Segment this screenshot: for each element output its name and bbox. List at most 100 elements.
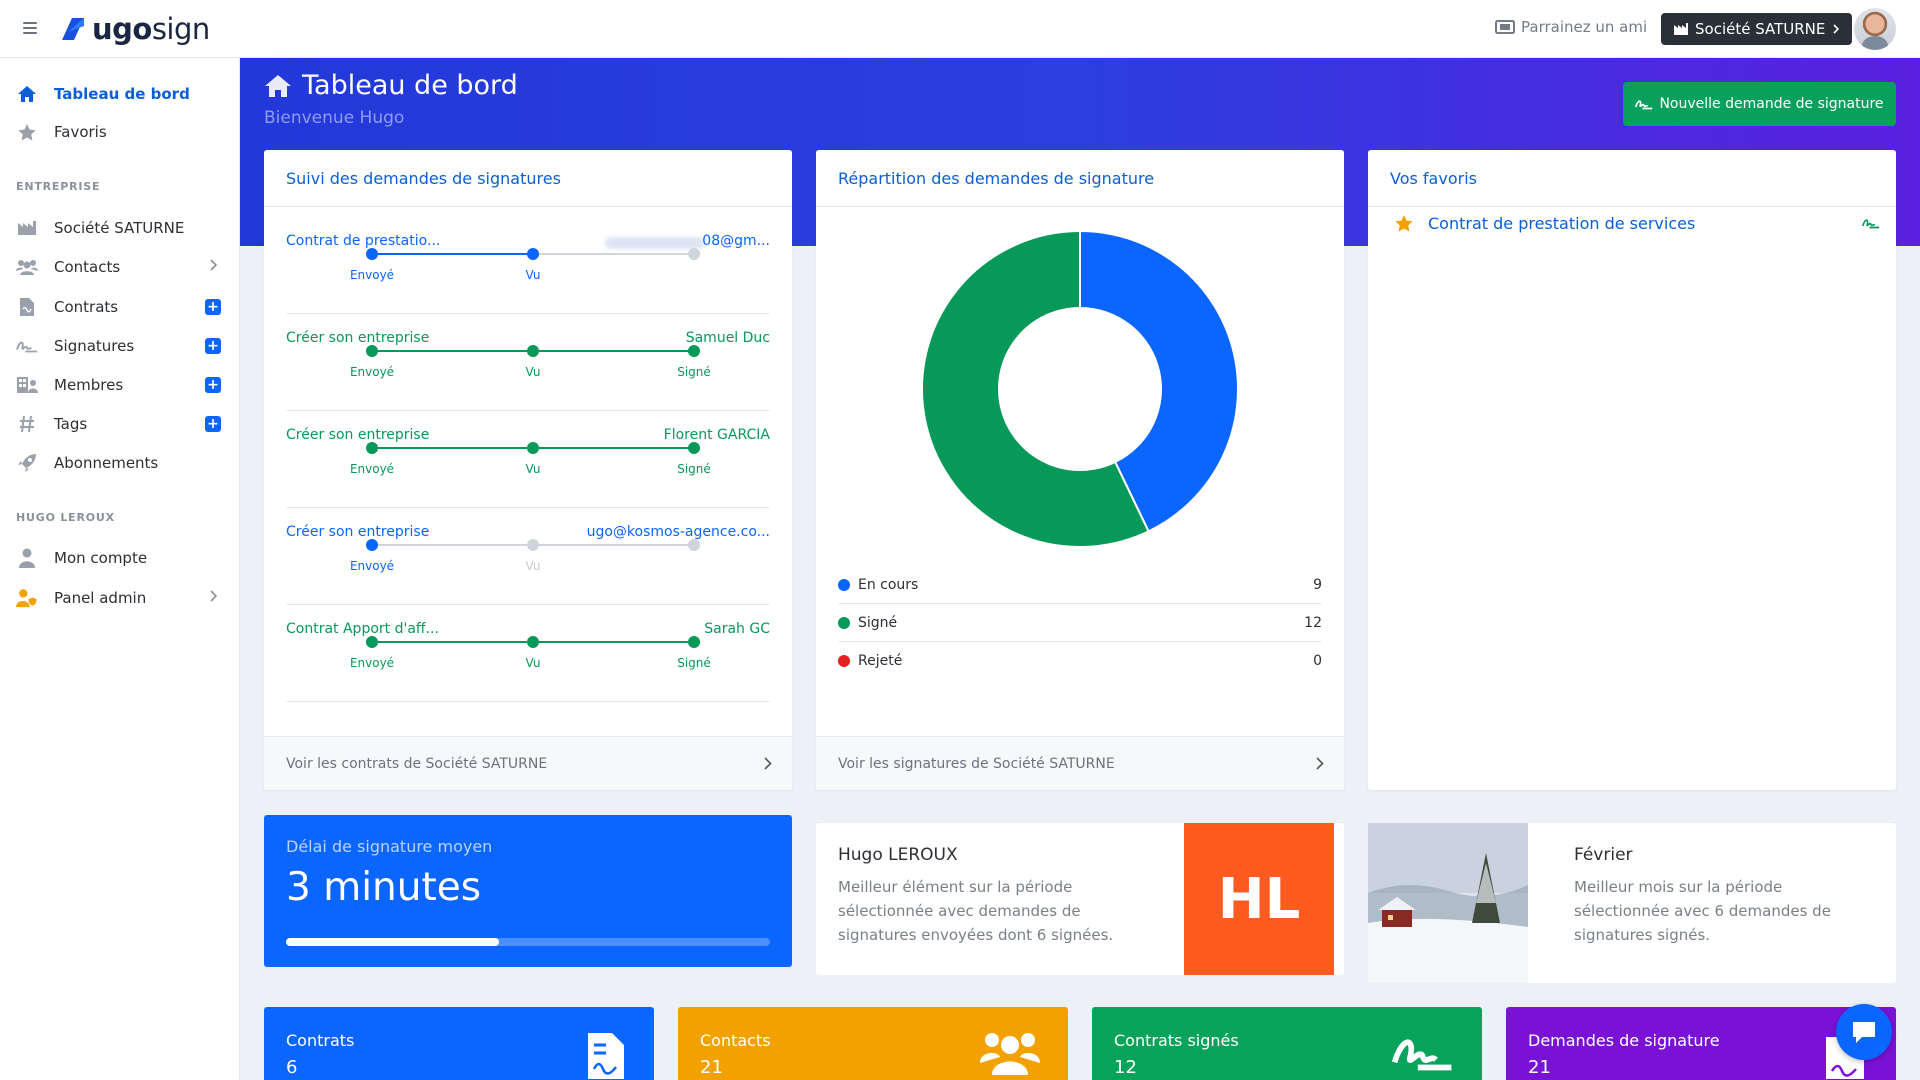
- tracking-recipient: ugo@kosmos-agence.co...: [586, 524, 770, 540]
- legend-value: 9: [1313, 576, 1322, 593]
- new-signature-button[interactable]: Nouvelle demande de signature: [1623, 82, 1896, 126]
- best-month-description: Meilleur mois sur la période sélectionné…: [1574, 878, 1831, 944]
- home-icon: [16, 83, 38, 105]
- favorites-card: Vos favoris Contrat de prestation de ser…: [1368, 150, 1896, 790]
- kpi-contacts[interactable]: Contacts 21: [678, 1007, 1068, 1080]
- best-member-card: Hugo LEROUX Meilleur élément sur la péri…: [816, 823, 1344, 975]
- progress-line: [372, 350, 533, 352]
- best-month-name: Février: [1574, 845, 1633, 865]
- tracking-recipient: Florent GARCIA: [663, 427, 770, 443]
- tracking-contract-name[interactable]: Contrat Apport d'aff...: [286, 621, 439, 637]
- progress-line: [533, 447, 694, 449]
- tracking-recipient: Samuel Duc: [685, 330, 770, 346]
- progress-step-dot: [688, 539, 700, 551]
- progress-step-dot: [527, 345, 539, 357]
- brand-logo[interactable]: ugosign: [60, 12, 210, 46]
- signature-icon[interactable]: [1862, 217, 1880, 229]
- tracking-card-title: Suivi des demandes de signatures: [264, 150, 792, 207]
- progress-step-dot: [527, 248, 539, 260]
- add-member-button[interactable]: +: [205, 377, 221, 393]
- hashtag-icon: [16, 413, 38, 435]
- avg-delay-progress-fill: [286, 938, 499, 946]
- chat-button[interactable]: [1836, 1004, 1892, 1060]
- view-contracts-link[interactable]: Voir les contrats de Société SATURNE: [264, 736, 792, 790]
- sidebar-item-signatures[interactable]: Signatures +: [0, 328, 240, 364]
- star-icon: [1395, 215, 1413, 232]
- add-tag-button[interactable]: +: [205, 416, 221, 432]
- home-icon: [265, 74, 291, 97]
- sidebar-item-favorites[interactable]: Favoris: [0, 114, 240, 150]
- sidebar-item-contacts[interactable]: Contacts: [0, 249, 240, 285]
- sidebar-item-tags[interactable]: Tags +: [0, 406, 240, 442]
- legend-row[interactable]: Rejeté 0: [838, 642, 1322, 680]
- sidebar-item-subscriptions[interactable]: Abonnements: [0, 445, 240, 481]
- add-contract-button[interactable]: +: [205, 299, 221, 315]
- progress-step-dot: [688, 248, 700, 260]
- kpi-contracts[interactable]: Contrats 6: [264, 1007, 654, 1080]
- sidebar-item-dashboard[interactable]: Tableau de bord: [0, 76, 240, 112]
- signature-icon: [1635, 100, 1653, 110]
- tracking-row[interactable]: Créer son entreprise Florent GARCIA Envoyé…: [286, 411, 770, 508]
- progress-line: [372, 641, 533, 643]
- view-signatures-link[interactable]: Voir les signatures de Société SATURNE: [816, 736, 1344, 790]
- favorite-item[interactable]: Contrat de prestation de services: [1394, 214, 1894, 233]
- sidebar-item-admin[interactable]: Panel admin: [0, 580, 240, 616]
- legend-row[interactable]: En cours 9: [838, 566, 1322, 604]
- tracking-row[interactable]: Créer son entreprise ugo@kosmos-agence.co…: [286, 508, 770, 605]
- signature-icon: [1392, 1039, 1452, 1071]
- tracking-contract-name[interactable]: Contrat de prestatio...: [286, 233, 440, 249]
- building-icon: [16, 374, 38, 396]
- best-month-card: Février Meilleur mois sur la période sél…: [1368, 823, 1896, 983]
- factory-icon: [1674, 23, 1688, 35]
- referral-link[interactable]: Parrainez un ami: [1495, 18, 1647, 36]
- progress-step-label: Envoyé: [349, 365, 395, 379]
- donut-chart: [921, 229, 1239, 548]
- tracking-contract-name[interactable]: Créer son entreprise: [286, 427, 429, 443]
- best-member-description: Meilleur élément sur la période sélectio…: [838, 878, 1114, 944]
- progress-step-dot: [688, 636, 700, 648]
- user-avatar[interactable]: [1854, 8, 1896, 50]
- progress-step-label: Envoyé: [349, 656, 395, 670]
- contract-icon: [588, 1033, 624, 1079]
- signature-icon: [16, 335, 38, 357]
- progress-step-label: Vu: [525, 462, 541, 476]
- chevron-right-icon: [1316, 757, 1324, 770]
- tracking-contract-name[interactable]: Créer son entreprise: [286, 330, 429, 346]
- kpi-value: 21: [700, 1057, 723, 1078]
- progress-step-dot: [366, 539, 378, 551]
- progress-step-dot: [366, 248, 378, 260]
- legend-row[interactable]: Signé 12: [838, 604, 1322, 642]
- winter-landscape-image: [1368, 823, 1528, 983]
- tracking-row[interactable]: Contrat de prestatio... 08@gm... Envoyé Vu: [286, 217, 770, 314]
- chevron-right-icon[interactable]: [210, 590, 218, 602]
- company-switch-button[interactable]: Société SATURNE: [1661, 13, 1853, 45]
- progress-line: [533, 253, 694, 255]
- tracking-recipient: Sarah GC: [704, 621, 770, 637]
- kpi-value: 12: [1114, 1057, 1137, 1078]
- progress-step-label: Envoyé: [349, 559, 395, 573]
- factory-icon: [16, 217, 38, 239]
- tracking-row[interactable]: Contrat Apport d'aff... Sarah GC Envoyé Vu S…: [286, 605, 770, 702]
- progress-step-label: Vu: [525, 656, 541, 670]
- legend-label: Rejeté: [858, 653, 903, 669]
- users-icon: [16, 256, 38, 278]
- kpi-signed-contracts[interactable]: Contrats signés 12: [1092, 1007, 1482, 1080]
- add-signature-button[interactable]: +: [205, 338, 221, 354]
- menu-toggle-icon[interactable]: [20, 19, 40, 39]
- sidebar-item-company[interactable]: Société SATURNE: [0, 210, 240, 246]
- chevron-right-icon: [764, 757, 772, 770]
- kpi-value: 21: [1528, 1057, 1551, 1078]
- sidebar-item-account[interactable]: Mon compte: [0, 540, 240, 576]
- legend-label: Signé: [858, 614, 898, 631]
- chevron-right-icon: [1833, 24, 1840, 34]
- distribution-card: Répartition des demandes de signature En…: [816, 150, 1344, 790]
- ticket-icon: [1495, 20, 1515, 34]
- sidebar-item-contracts[interactable]: Contrats +: [0, 289, 240, 325]
- avg-delay-card: Délai de signature moyen 3 minutes: [264, 815, 792, 967]
- chevron-right-icon[interactable]: [210, 259, 218, 271]
- progress-line: [372, 544, 533, 546]
- progress-step-dot: [688, 442, 700, 454]
- tracking-contract-name[interactable]: Créer son entreprise: [286, 524, 429, 540]
- sidebar-item-members[interactable]: Membres +: [0, 367, 240, 403]
- tracking-row[interactable]: Créer son entreprise Samuel Duc Envoyé Vu Si…: [286, 314, 770, 411]
